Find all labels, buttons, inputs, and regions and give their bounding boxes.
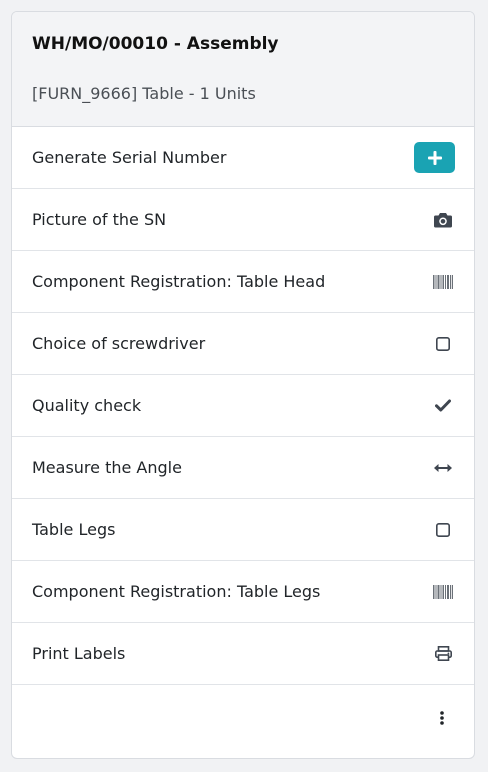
step-label: Picture of the SN xyxy=(32,210,167,229)
barcode-icon xyxy=(431,270,455,294)
workorder-title: WH/MO/00010 - Assembly xyxy=(32,34,279,54)
step-label: Choice of screwdriver xyxy=(32,334,206,353)
step-label: Quality check xyxy=(32,396,142,415)
step-label: Component Registration: Table Legs xyxy=(32,582,321,601)
barcode-icon xyxy=(431,580,455,604)
step-print-labels[interactable]: Print Labels xyxy=(12,623,474,685)
step-label: Measure the Angle xyxy=(32,458,182,477)
plus-icon xyxy=(427,150,442,165)
checkbox-icon[interactable] xyxy=(431,518,455,542)
step-label: Generate Serial Number xyxy=(32,148,227,167)
checkbox-icon[interactable] xyxy=(431,332,455,356)
product-subtitle: [FURN_9666] Table - 1 Units xyxy=(32,84,256,103)
print-icon xyxy=(431,642,455,666)
arrows-horizontal-icon xyxy=(431,456,455,480)
card-header: WH/MO/00010 - Assembly [FURN_9666] Table… xyxy=(12,12,474,127)
step-label: Print Labels xyxy=(32,644,126,663)
step-table-legs[interactable]: Table Legs xyxy=(12,499,474,561)
step-measure-the-angle[interactable]: Measure the Angle xyxy=(12,437,474,499)
step-label: Component Registration: Table Head xyxy=(32,272,326,291)
step-component-registration-table-head[interactable]: Component Registration: Table Head xyxy=(12,251,474,313)
step-picture-of-sn[interactable]: Picture of the SN xyxy=(12,189,474,251)
step-generate-serial-number[interactable]: Generate Serial Number xyxy=(12,127,474,189)
step-label: Table Legs xyxy=(32,520,116,539)
camera-icon xyxy=(431,208,455,232)
step-quality-check[interactable]: Quality check xyxy=(12,375,474,437)
generate-serial-button[interactable] xyxy=(414,142,455,173)
kebab-menu-icon[interactable] xyxy=(434,706,450,730)
check-icon xyxy=(431,394,455,418)
step-choice-of-screwdriver[interactable]: Choice of screwdriver xyxy=(12,313,474,375)
workorder-card: WH/MO/00010 - Assembly [FURN_9666] Table… xyxy=(11,11,475,759)
step-component-registration-table-legs[interactable]: Component Registration: Table Legs xyxy=(12,561,474,623)
card-footer xyxy=(12,685,474,751)
